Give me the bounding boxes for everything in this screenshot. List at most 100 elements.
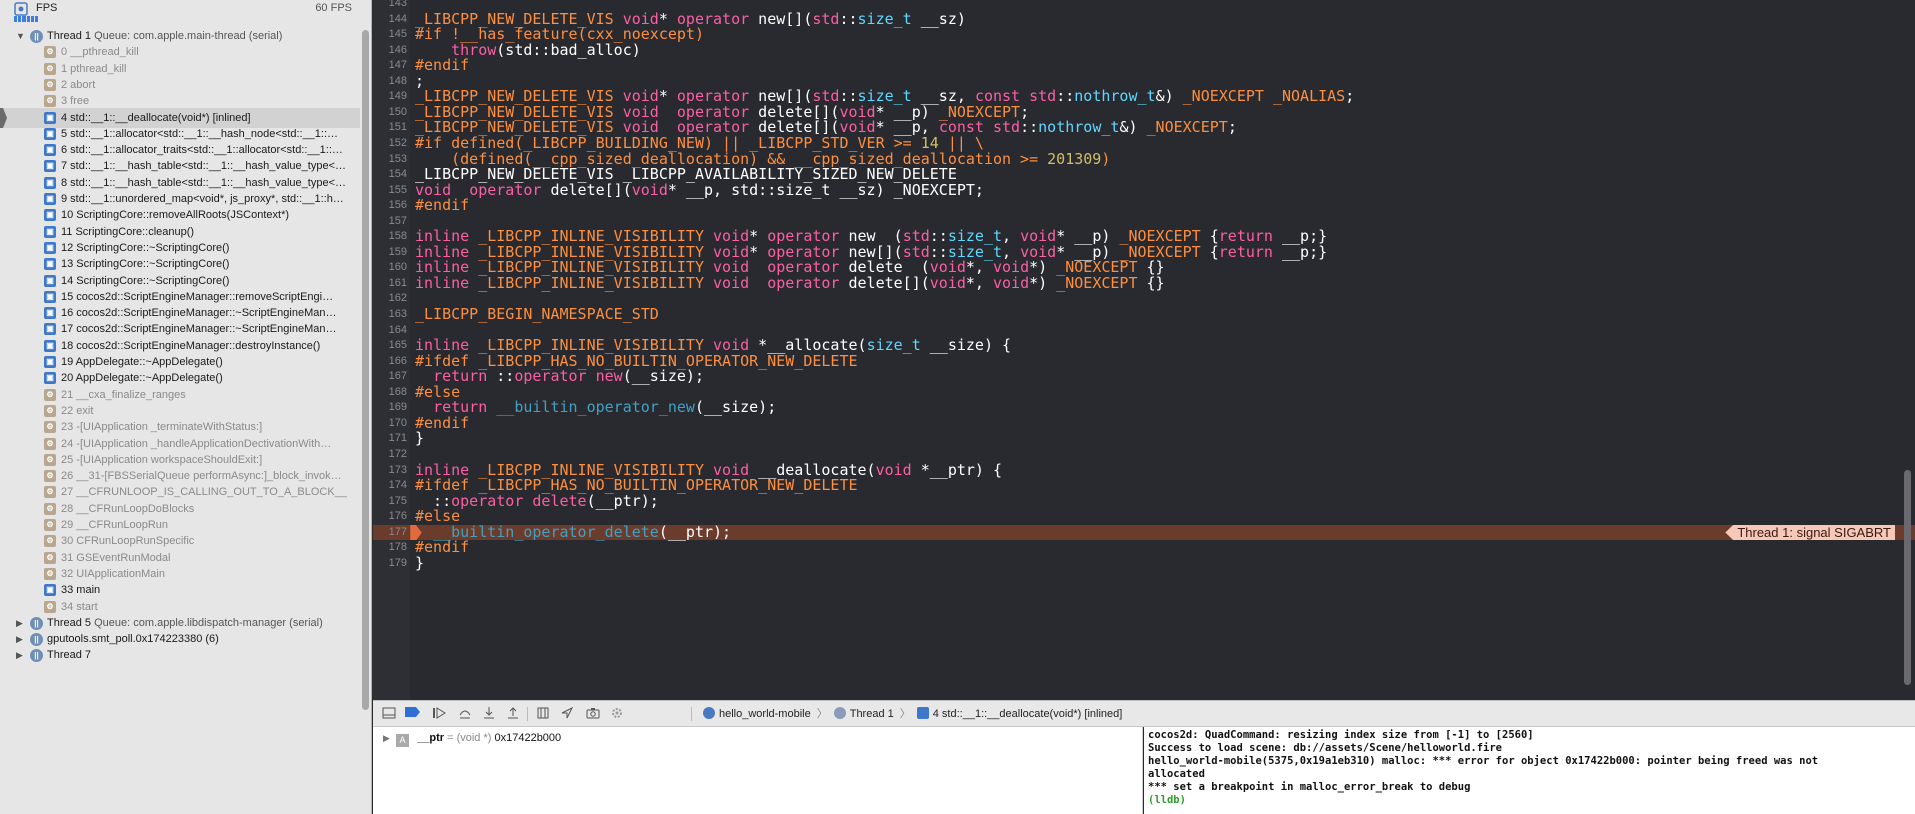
step-into-button[interactable] (481, 706, 497, 722)
line-number[interactable]: 172 (373, 447, 407, 463)
line-number[interactable]: 169 (373, 400, 407, 416)
line-number[interactable]: 157 (373, 214, 407, 230)
line-number[interactable]: 175 (373, 494, 407, 510)
breakpoints-toggle-button[interactable] (405, 706, 421, 722)
line-number[interactable]: 159 (373, 245, 407, 261)
disclosure-triangle-icon[interactable]: ▶ (383, 729, 393, 747)
line-number[interactable]: 171 (373, 431, 407, 447)
line-number[interactable]: 160 (373, 260, 407, 276)
fps-gauge-row[interactable]: FPS 60 FPS (0, 0, 360, 24)
variable-type: = (void *) (447, 732, 492, 744)
gear-icon (612, 708, 622, 718)
code-line[interactable]: 155 void operator delete[](void* __p, std… (373, 182, 1915, 199)
code-line[interactable]: 178 #endif (373, 539, 1915, 556)
console-line: Success to load scene: db://assets/Scene… (1148, 742, 1503, 754)
user-frame-icon: ▣ (44, 144, 56, 157)
thread-icon: || (30, 30, 43, 43)
code-line[interactable]: 147 #endif (373, 57, 1915, 74)
source-editor[interactable]: 143 144 _LIBCPP_NEW_DELETE_VIS void* opera… (373, 0, 1915, 700)
user-frame-icon: ▣ (44, 111, 56, 124)
code-line[interactable]: 146 throw(std::bad_alloc) (373, 42, 1915, 59)
line-number[interactable]: 148 (373, 74, 407, 90)
continue-button[interactable] (431, 706, 447, 722)
line-number[interactable]: 167 (373, 369, 407, 385)
user-frame-icon (916, 707, 929, 719)
panel-toggle-icon (382, 707, 396, 719)
jump-bar-thread[interactable]: Thread 1 (833, 707, 894, 720)
hide-debug-area-button[interactable] (381, 706, 397, 722)
console-line: cocos2d: QuadCommand: resizing index siz… (1148, 729, 1534, 741)
thread-row[interactable]: ▶ || Thread 7 (0, 645, 360, 665)
jump-bar-frame[interactable]: 4 std::__1::__deallocate(void*) [inlined… (916, 707, 1122, 720)
line-number[interactable]: 179 (373, 556, 407, 572)
line-number[interactable]: 153 (373, 152, 407, 168)
capture-gpu-frame-button[interactable] (585, 706, 601, 722)
user-frame-icon: ▣ (44, 290, 56, 303)
system-frame-icon: ⚙ (44, 470, 56, 483)
code-line[interactable]: 175 ::operator delete(__ptr); (373, 493, 1915, 510)
user-frame-icon: ▣ (44, 127, 56, 140)
line-number[interactable]: 154 (373, 167, 407, 183)
line-number[interactable]: 161 (373, 276, 407, 292)
system-frame-icon: ⚙ (44, 519, 56, 531)
code-line[interactable]: 169 return __builtin_operator_new(__size… (373, 400, 1915, 416)
line-number[interactable]: 151 (373, 120, 407, 136)
line-number[interactable]: 176 (373, 509, 407, 525)
system-frame-icon: ⚙ (44, 535, 56, 548)
variable-value: 0x17422b000 (494, 732, 562, 744)
step-over-button[interactable] (457, 706, 473, 722)
line-number[interactable]: 177 (373, 525, 407, 541)
thread-icon: || (30, 616, 43, 630)
code-line[interactable]: 171} (373, 431, 1915, 447)
line-number[interactable]: 146 (373, 43, 407, 59)
code-line[interactable]: 156 #endif (373, 197, 1915, 214)
code-line[interactable]: 179} (373, 555, 1915, 572)
disclosure-collapsed-icon[interactable]: ▶ (16, 645, 28, 665)
line-number[interactable]: 144 (373, 12, 407, 28)
line-number[interactable]: 145 (373, 27, 407, 43)
line-number[interactable]: 178 (373, 540, 407, 556)
user-frame-icon: ▣ (44, 258, 56, 271)
line-number[interactable]: 170 (373, 416, 407, 432)
line-number[interactable]: 155 (373, 183, 407, 199)
line-number[interactable]: 166 (373, 354, 407, 370)
view-debugger-button[interactable] (535, 706, 551, 722)
system-frame-icon: ⚙ (44, 78, 56, 91)
user-frame-icon: ▣ (44, 160, 56, 173)
line-number[interactable]: 164 (373, 323, 407, 339)
environment-overrides-button[interactable] (609, 706, 625, 722)
line-number[interactable]: 168 (373, 385, 407, 401)
line-number[interactable]: 162 (373, 291, 407, 307)
navigator-scrollbar[interactable] (362, 30, 369, 710)
line-number[interactable]: 165 (373, 338, 407, 354)
code-line[interactable]: 161 inline _LIBCPP_INLINE_VISIBILITY void… (373, 275, 1915, 292)
camera-icon (586, 708, 600, 719)
line-number[interactable]: 158 (373, 229, 407, 245)
line-number[interactable]: 173 (373, 463, 407, 479)
line-number[interactable]: 156 (373, 198, 407, 214)
variable-row[interactable]: ▶ A __ptr = (void *) 0x17422b000 (383, 729, 561, 747)
line-number[interactable]: 149 (373, 89, 407, 105)
signal-badge[interactable]: Thread 1: signal SIGABRT (1725, 524, 1895, 541)
line-number[interactable]: 150 (373, 105, 407, 121)
code-line[interactable]: 170 #endif (373, 415, 1915, 432)
step-out-button[interactable] (505, 706, 521, 722)
variable-type-icon: A (396, 734, 410, 747)
line-number[interactable]: 143 (373, 0, 407, 12)
code-line[interactable]: 177 __builtin_operator_delete(__ptr); (373, 524, 1915, 541)
system-frame-icon: ⚙ (44, 437, 56, 450)
line-number[interactable]: 163 (373, 307, 407, 323)
program-counter-icon (410, 524, 422, 541)
simulate-location-button[interactable] (559, 706, 575, 722)
user-frame-icon: ▣ (44, 584, 56, 597)
jump-bar-thread-label: Thread 1 (849, 708, 894, 720)
code-line[interactable]: 167 return ::operator new(__size); (373, 368, 1915, 385)
line-number[interactable]: 152 (373, 136, 407, 152)
editor-scrollbar[interactable] (1904, 470, 1911, 685)
debug-console[interactable]: cocos2d: QuadCommand: resizing index siz… (1144, 727, 1915, 814)
code-line[interactable]: 163 _LIBCPP_BEGIN_NAMESPACE_STD (373, 306, 1915, 323)
jump-bar-project[interactable]: hello_world-mobile (703, 707, 811, 720)
line-number[interactable]: 174 (373, 478, 407, 494)
thread-icon (833, 707, 846, 719)
line-number[interactable]: 147 (373, 58, 407, 74)
